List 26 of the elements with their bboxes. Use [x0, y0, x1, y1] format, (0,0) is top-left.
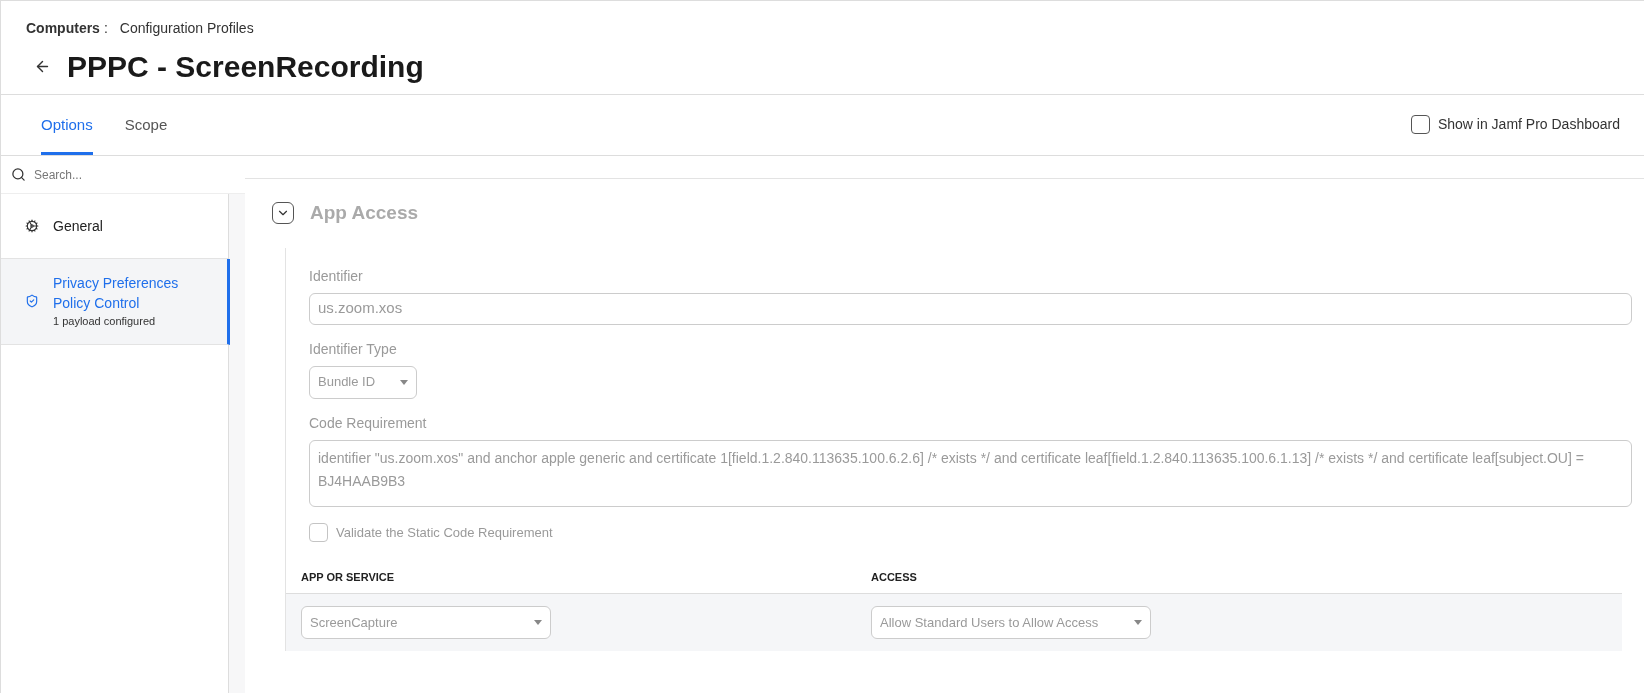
column-header: APP OR SERVICE	[300, 570, 396, 586]
checkbox[interactable]	[1410, 115, 1430, 134]
column-header: ACCESS	[870, 570, 918, 586]
breadcrumb-current: Configuration Profiles	[119, 19, 254, 38]
search-field[interactable]: Search...	[34, 165, 214, 184]
sidebar-item-subtitle: 1 payload configured	[53, 314, 157, 329]
sidebar-item[interactable]: Privacy Preferences Policy Control 1 payload configured	[1, 259, 230, 345]
page-title: PPPC - ScreenRecording	[67, 49, 424, 85]
section-title: App Access	[310, 201, 419, 225]
sidebar-item-label: Privacy Preferences Policy Control	[53, 274, 180, 313]
caret-icon	[1134, 620, 1142, 625]
field-label: Identifier Type	[309, 339, 398, 359]
tab[interactable]: Scope	[124, 113, 168, 155]
sidebar-item-label: General	[53, 217, 104, 236]
checkbox-label: Show in Jamf Pro Dashboard	[1437, 115, 1620, 134]
search-bar[interactable]: Search...	[1, 156, 245, 194]
field-label: Code Requirement	[309, 413, 428, 433]
checkbox-label: Validate the Static Code Requirement	[336, 523, 553, 542]
back-button[interactable]	[34, 58, 51, 75]
caret-icon	[534, 620, 542, 625]
breadcrumb-separator: :	[103, 19, 108, 38]
field-label: Identifier	[309, 266, 364, 286]
shield-icon	[25, 294, 39, 309]
caret-icon	[400, 379, 408, 385]
breadcrumb-link[interactable]: Computers	[26, 18, 100, 39]
search-icon	[11, 167, 26, 182]
